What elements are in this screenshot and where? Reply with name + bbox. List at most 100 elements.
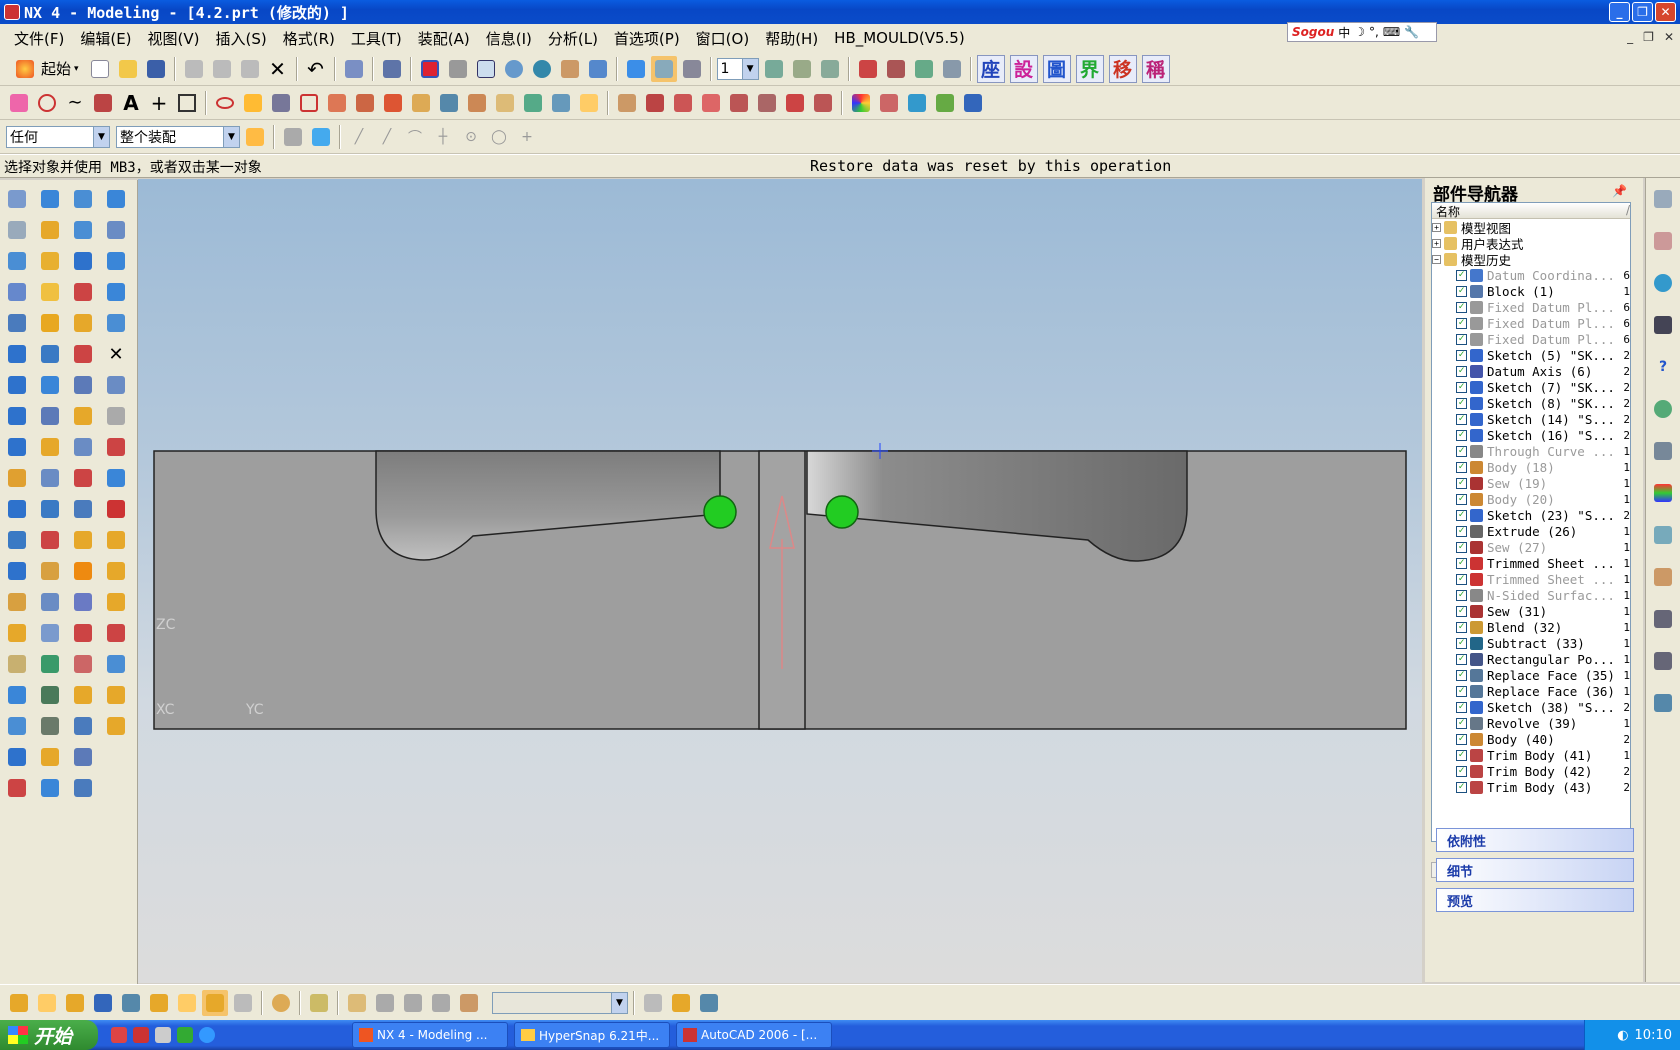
feature-checkbox[interactable]: ✓ xyxy=(1456,301,1467,313)
web-browser-icon[interactable] xyxy=(1648,268,1678,298)
system-materials-icon[interactable] xyxy=(1648,646,1678,676)
close-button[interactable]: ✕ xyxy=(1655,2,1676,22)
history-feature-node[interactable]: ✓ Replace Face (35) 1 xyxy=(1456,667,1630,683)
history-feature-node[interactable]: ✓ Fixed Datum Pl... 6 xyxy=(1456,331,1630,347)
roles-icon[interactable] xyxy=(1648,562,1678,592)
unsuppress-feature-icon[interactable] xyxy=(101,401,131,431)
chamfer-curve-icon[interactable] xyxy=(726,90,752,116)
history-feature-node[interactable]: ✓ Trimmed Sheet ... 1 xyxy=(1456,555,1630,571)
groove-icon[interactable] xyxy=(2,587,32,617)
trim-curve-icon[interactable] xyxy=(642,90,668,116)
curve-length-icon[interactable] xyxy=(754,90,780,116)
history-feature-node[interactable]: ✓ Sketch (7) "SK... 2 xyxy=(1456,379,1630,395)
history-feature-node[interactable]: ✓ Subtract (33) 1 xyxy=(1456,635,1630,651)
intersect-curve-icon[interactable] xyxy=(520,90,546,116)
name-column-header[interactable]: 名称 xyxy=(1436,203,1460,219)
bounded-plane-icon[interactable] xyxy=(2,742,32,772)
shaded-edges-icon[interactable] xyxy=(650,55,677,82)
unite-icon[interactable] xyxy=(35,618,65,648)
selection-scope-select[interactable]: 整个装配 ▼ xyxy=(116,125,240,148)
process-studio-icon[interactable] xyxy=(1648,520,1678,550)
edit-parameters-icon[interactable] xyxy=(101,215,131,245)
pan-icon[interactable] xyxy=(557,56,583,82)
details-panel[interactable]: 细节 xyxy=(1436,858,1634,882)
smooth-spline-icon[interactable] xyxy=(810,90,836,116)
revolve-icon[interactable] xyxy=(35,215,65,245)
history-feature-node[interactable]: ✓ Sketch (5) "SK... 2 xyxy=(1456,347,1630,363)
feature-checkbox[interactable]: ✓ xyxy=(1456,477,1467,489)
new-file-icon[interactable] xyxy=(87,56,113,82)
edge-blend-icon[interactable] xyxy=(35,308,65,338)
history-feature-node[interactable]: ✓ Datum Coordina... 6 xyxy=(1456,267,1630,283)
wrench-icon[interactable]: 🔧 xyxy=(1404,25,1419,39)
shaded-cube-icon[interactable] xyxy=(623,56,649,82)
soft-blend-icon[interactable] xyxy=(68,618,98,648)
history-feature-node[interactable]: ✓ Trim Body (43) 2 xyxy=(1456,779,1630,795)
undo-icon[interactable]: ↶ xyxy=(303,56,329,82)
feature-checkbox[interactable]: ✓ xyxy=(1456,701,1467,713)
block-icon[interactable] xyxy=(2,339,32,369)
replace-component-icon[interactable] xyxy=(230,990,256,1016)
styled-blend-icon[interactable] xyxy=(68,556,98,586)
keyboard-icon[interactable]: ⌨ xyxy=(1383,25,1400,39)
feature-checkbox[interactable]: ✓ xyxy=(1456,557,1467,569)
doc-minimize-button[interactable]: _ xyxy=(1627,30,1633,44)
part-navigator-icon[interactable] xyxy=(1648,226,1678,256)
start-menu-button[interactable]: 起始 ▾ xyxy=(6,56,85,82)
cut-icon[interactable] xyxy=(181,56,207,82)
slot-icon[interactable] xyxy=(2,556,32,586)
boss-icon[interactable] xyxy=(2,463,32,493)
assembly-sequencing-icon[interactable] xyxy=(1648,688,1678,718)
feature-checkbox[interactable]: ✓ xyxy=(1456,781,1467,793)
offset-region-icon[interactable] xyxy=(101,680,131,710)
divide-curve-icon[interactable] xyxy=(670,90,696,116)
preview-panel[interactable]: 预览 xyxy=(1436,888,1634,912)
layer-visible-icon[interactable] xyxy=(789,56,815,82)
zoom-window-icon[interactable] xyxy=(445,56,471,82)
extrude-icon[interactable] xyxy=(35,184,65,214)
menu-edit[interactable]: 编辑(E) xyxy=(72,28,139,49)
feature-checkbox[interactable]: ✓ xyxy=(1456,749,1467,761)
snap-intersection-icon[interactable]: ┼ xyxy=(430,124,456,150)
taskbar-nx-button[interactable]: NX 4 - Modeling ... xyxy=(352,1022,508,1048)
tree-group[interactable]: − 模型历史 xyxy=(1432,251,1630,268)
delay-update-icon[interactable] xyxy=(101,494,131,524)
help-icon[interactable]: ? xyxy=(1648,352,1678,382)
layer-select[interactable]: 1 ▼ xyxy=(716,57,759,80)
history-feature-node[interactable]: ✓ Rectangular Po... 1 xyxy=(1456,651,1630,667)
datum-plane-icon[interactable] xyxy=(2,215,32,245)
fillet-curve-icon[interactable] xyxy=(698,90,724,116)
feature-checkbox[interactable]: ✓ xyxy=(1456,541,1467,553)
offset-curve-icon[interactable] xyxy=(324,90,350,116)
update-model-icon[interactable] xyxy=(101,525,131,555)
ruled-icon[interactable] xyxy=(68,215,98,245)
extension-icon[interactable] xyxy=(68,525,98,555)
minimize-button[interactable]: _ xyxy=(1609,2,1630,22)
feature-checkbox[interactable]: ✓ xyxy=(1456,573,1467,585)
layer-settings-icon[interactable] xyxy=(761,56,787,82)
feature-checkbox[interactable]: ✓ xyxy=(1456,685,1467,697)
replay-icon[interactable] xyxy=(101,432,131,462)
rib-icon[interactable] xyxy=(2,618,32,648)
fit-icon[interactable] xyxy=(417,56,443,82)
create-new-component-icon[interactable] xyxy=(34,990,60,1016)
make-displayed-part-icon[interactable] xyxy=(372,990,398,1016)
sweep-icon[interactable] xyxy=(35,246,65,276)
bridge-surface-icon[interactable] xyxy=(68,370,98,400)
link-icon[interactable] xyxy=(268,990,294,1016)
conic-icon[interactable] xyxy=(240,90,266,116)
chamfer-icon[interactable] xyxy=(35,339,65,369)
palette-icon[interactable] xyxy=(1648,478,1678,508)
edit-curve-icon[interactable] xyxy=(614,90,640,116)
face-blend-icon[interactable] xyxy=(68,587,98,617)
feature-checkbox[interactable]: ✓ xyxy=(1456,717,1467,729)
replace-face-icon[interactable] xyxy=(101,618,131,648)
spline-icon[interactable]: ∼ xyxy=(62,90,88,116)
feature-checkbox[interactable]: ✓ xyxy=(1456,381,1467,393)
swept-surface-icon[interactable] xyxy=(68,277,98,307)
feature-checkbox[interactable]: ✓ xyxy=(1456,365,1467,377)
rectangle-icon[interactable] xyxy=(174,90,200,116)
moon-icon[interactable]: ☽ xyxy=(1354,25,1365,39)
scale-body-icon[interactable] xyxy=(35,463,65,493)
edit-surface-icon[interactable] xyxy=(68,773,98,803)
